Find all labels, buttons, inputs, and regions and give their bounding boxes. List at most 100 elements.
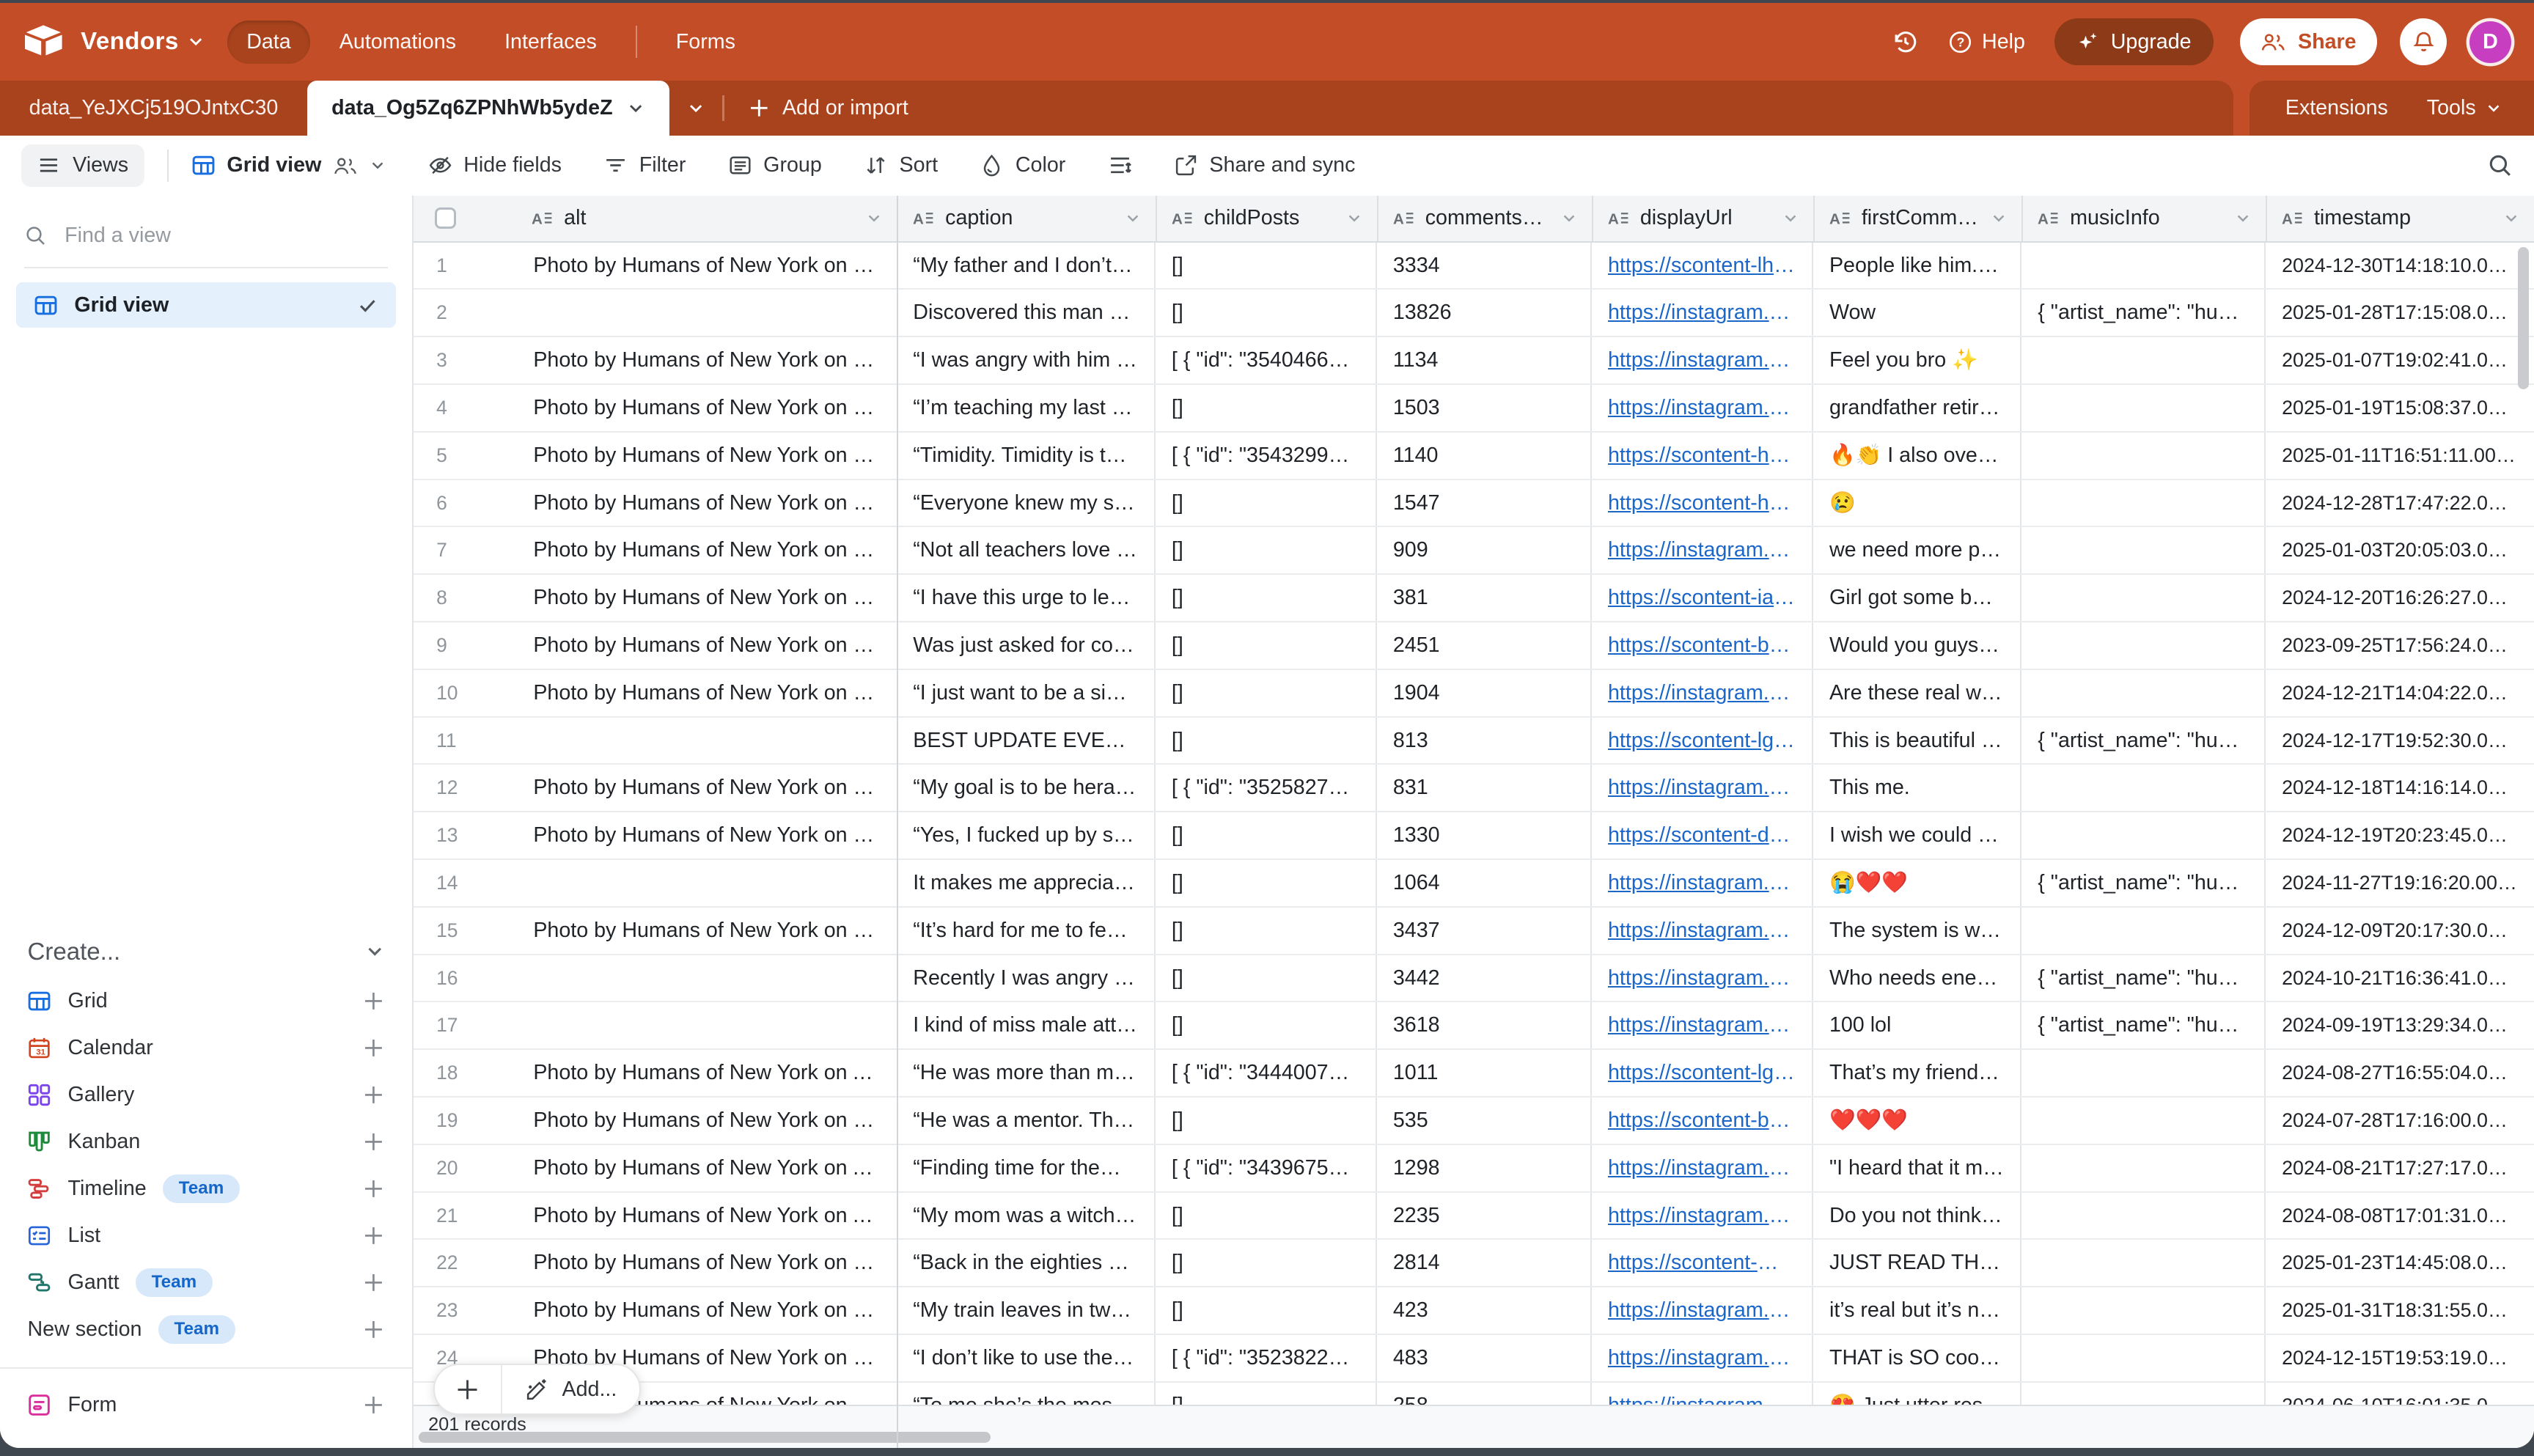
hide-fields-button[interactable]: Hide fields (428, 153, 562, 177)
row-number[interactable]: 12 (414, 765, 517, 811)
cell-childposts[interactable]: [ { "id": "352582717… (1156, 765, 1377, 811)
cell-musicinfo[interactable]: { "artist_name": "huma… (2021, 718, 2266, 764)
cell-musicinfo[interactable] (2021, 1097, 2266, 1144)
cell-alt[interactable]: Photo by Humans of New York on Au… (517, 1145, 897, 1191)
row-number[interactable]: 20 (414, 1145, 517, 1191)
cell-firstcomment[interactable]: People like him. 😬 (1813, 243, 2021, 289)
cell-firstcomment[interactable]: Do you not think p… (1813, 1193, 2021, 1239)
cell-musicinfo[interactable] (2021, 480, 2266, 526)
cell-timestamp[interactable]: 2024-09-19T13:29:34.000Z (2266, 1002, 2534, 1048)
cell-caption[interactable]: “I just want to be a single … (897, 670, 1156, 716)
group-button[interactable]: Group (728, 153, 822, 177)
cell-childposts[interactable]: [] (1156, 1097, 1377, 1144)
cell-caption[interactable]: “My train leaves in twenty… (897, 1287, 1156, 1334)
cell-alt[interactable]: Photo by Humans of New York on Jan… (517, 527, 897, 573)
color-button[interactable]: Color (980, 153, 1065, 177)
cell-displayurl[interactable]: https://instagram.fc… (1592, 1335, 1813, 1381)
nav-tab-automations[interactable]: Automations (320, 21, 475, 64)
row-number[interactable]: 16 (414, 955, 517, 1001)
cell-timestamp[interactable]: 2024-12-15T19:53:19.000Z (2266, 1335, 2534, 1381)
row-number[interactable]: 10 (414, 670, 517, 716)
sidebar-item-timeline[interactable]: TimelineTeam (0, 1165, 412, 1212)
cell-childposts[interactable]: [] (1156, 860, 1377, 906)
cell-timestamp[interactable]: 2024-08-21T17:27:17.000Z (2266, 1145, 2534, 1191)
cell-musicinfo[interactable] (2021, 1335, 2266, 1381)
cell-musicinfo[interactable]: { "artist_name": "huma… (2021, 290, 2266, 336)
cell-firstcomment[interactable]: 😍 Just utter respe… (1813, 1383, 2021, 1406)
cell-displayurl[interactable]: https://scontent-ber… (1592, 622, 1813, 669)
nav-tab-interfaces[interactable]: Interfaces (485, 21, 617, 64)
cell-childposts[interactable]: [ { "id": "34440074… (1156, 1050, 1377, 1096)
plus-icon[interactable] (362, 1177, 385, 1200)
cell-displayurl[interactable]: https://instagram.fm… (1592, 527, 1813, 573)
cell-commentscount[interactable]: 909 (1377, 527, 1592, 573)
cell-musicinfo[interactable] (2021, 433, 2266, 479)
cell-commentscount[interactable]: 1547 (1377, 480, 1592, 526)
notifications-button[interactable] (2400, 18, 2447, 65)
cell-caption[interactable]: “My father and I don’t get… (897, 243, 1156, 289)
cell-commentscount[interactable]: 813 (1377, 718, 1592, 764)
cell-timestamp[interactable]: 2024-12-09T20:17:30.000Z (2266, 908, 2534, 954)
cell-commentscount[interactable]: 1503 (1377, 385, 1592, 431)
row-number[interactable]: 15 (414, 908, 517, 954)
cell-displayurl[interactable]: https://instagram.fm… (1592, 765, 1813, 811)
cell-firstcomment[interactable]: This is beautiful 😍 (1813, 718, 2021, 764)
cell-alt[interactable]: Photo by Humans of New York on Jan… (517, 337, 897, 383)
workspace-chevron-icon[interactable] (187, 33, 205, 51)
row-number[interactable]: 17 (414, 1002, 517, 1048)
cell-caption[interactable]: I kind of miss male attenti… (897, 1002, 1156, 1048)
column-header-timestamp[interactable]: Atimestamp (2266, 196, 2534, 241)
cell-commentscount[interactable]: 2814 (1377, 1240, 1592, 1286)
cell-timestamp[interactable]: 2025-01-03T20:05:03.000Z (2266, 527, 2534, 573)
cell-childposts[interactable]: [] (1156, 1193, 1377, 1239)
find-view-input[interactable]: Find a view (24, 215, 388, 257)
cell-displayurl[interactable]: https://instagram.fit… (1592, 955, 1813, 1001)
chevron-down-icon[interactable] (1125, 210, 1141, 227)
cell-alt[interactable]: Photo by Humans of New York on Jan… (517, 433, 897, 479)
cell-commentscount[interactable]: 2235 (1377, 1193, 1592, 1239)
upgrade-button[interactable]: Upgrade (2054, 18, 2214, 65)
cell-commentscount[interactable]: 1011 (1377, 1050, 1592, 1096)
cell-displayurl[interactable]: https://instagram.fu… (1592, 908, 1813, 954)
cell-musicinfo[interactable] (2021, 527, 2266, 573)
plus-icon[interactable] (362, 1271, 385, 1294)
view-switcher[interactable]: Grid view (191, 153, 386, 177)
row-number[interactable]: 4 (414, 385, 517, 431)
chevron-down-icon[interactable] (2503, 210, 2519, 227)
column-header-commentscount[interactable]: AcommentsCount (1377, 196, 1592, 241)
history-icon[interactable] (1892, 29, 1919, 56)
cell-commentscount[interactable]: 831 (1377, 765, 1592, 811)
row-number[interactable]: 1 (414, 243, 517, 289)
cell-timestamp[interactable]: 2023-09-25T17:56:24.000Z (2266, 622, 2534, 669)
cell-displayurl[interactable]: https://scontent-hkg… (1592, 433, 1813, 479)
nav-tab-forms[interactable]: Forms (656, 21, 754, 64)
cell-displayurl[interactable]: https://scontent-dfw… (1592, 812, 1813, 858)
plus-icon[interactable] (362, 1224, 385, 1247)
cell-timestamp[interactable]: 2024-12-28T17:47:22.000Z (2266, 480, 2534, 526)
table-tab-active[interactable]: data_Og5Zq6ZPNhWb5ydeZ (307, 81, 669, 136)
row-number[interactable]: 6 (414, 480, 517, 526)
row-height-button[interactable] (1108, 153, 1132, 177)
plus-icon[interactable] (362, 1130, 385, 1153)
cell-musicinfo[interactable] (2021, 765, 2266, 811)
cell-displayurl[interactable]: https://scontent-ma… (1592, 1240, 1813, 1286)
cell-caption[interactable]: Was just asked for comm… (897, 622, 1156, 669)
column-header-displayurl[interactable]: AdisplayUrl (1592, 196, 1813, 241)
cell-childposts[interactable]: [] (1156, 622, 1377, 669)
row-number[interactable]: 5 (414, 433, 517, 479)
help-button[interactable]: ? Help (1948, 30, 2025, 54)
cell-alt[interactable]: Photo by Humans of New York on De… (517, 575, 897, 621)
cell-musicinfo[interactable] (2021, 812, 2266, 858)
airtable-logo-icon[interactable] (23, 24, 65, 59)
cell-displayurl[interactable]: https://instagram.fsr… (1592, 1193, 1813, 1239)
column-header-childposts[interactable]: AchildPosts (1156, 196, 1377, 241)
cell-firstcomment[interactable]: Would you guys e… (1813, 622, 2021, 669)
column-header-firstcomment[interactable]: AfirstComment (1813, 196, 2021, 241)
add-row-button[interactable] (435, 1365, 502, 1413)
row-number[interactable]: 2 (414, 290, 517, 336)
sidebar-item-calendar[interactable]: 31Calendar (0, 1025, 412, 1072)
cell-alt[interactable]: Photo by Humans of New York on De… (517, 765, 897, 811)
cell-musicinfo[interactable] (2021, 1383, 2266, 1406)
cell-firstcomment[interactable]: JUST READ THE B… (1813, 1240, 2021, 1286)
row-number[interactable]: 23 (414, 1287, 517, 1334)
